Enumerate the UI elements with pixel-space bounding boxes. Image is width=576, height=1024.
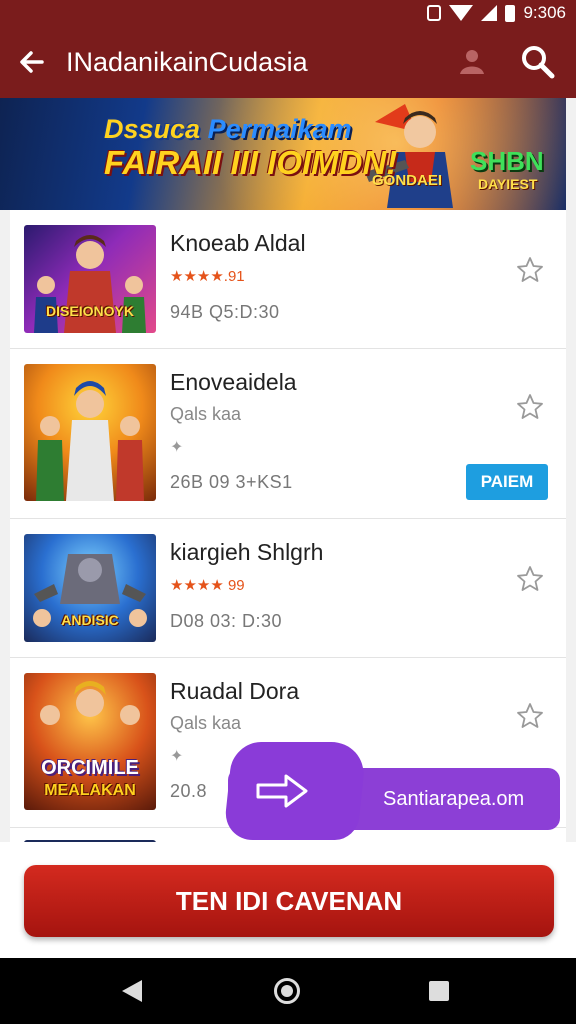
controller-icon: ✦: [170, 439, 184, 456]
game-title: kiargieh Shlgrh: [170, 539, 324, 565]
primary-cta-button[interactable]: TEN IDI CAVENAN: [24, 865, 554, 937]
game-rating: ★★★★ 99: [170, 577, 245, 594]
page-title: INadanikainCudasia: [66, 47, 308, 77]
game-thumbnail-label: DISEIONOYK: [46, 303, 134, 319]
game-meta: 26B 09 3+KS1: [170, 472, 293, 492]
arrow-right-icon: [256, 774, 308, 808]
search-button[interactable]: [518, 42, 558, 82]
banner-headline-2: FAIRAII III IOIMDN!: [104, 144, 398, 181]
game-title: Enoveaidela: [170, 369, 297, 395]
game-subtitle: Qals kaa: [170, 404, 242, 424]
star-icon[interactable]: [515, 564, 545, 594]
status-bar: 9:306: [0, 0, 576, 26]
game-title: Ruadal Dora: [170, 678, 300, 704]
app-bar: INadanikainCudasia: [0, 26, 576, 98]
floating-pill-label: Santiarapea.om: [383, 788, 525, 810]
wifi-icon: [449, 5, 474, 21]
status-icons: 9:306: [427, 3, 566, 23]
game-meta: D08 03: D:30: [170, 611, 283, 631]
star-icon[interactable]: [515, 392, 545, 422]
game-list-item[interactable]: ANDISIC kiargieh Shlgrh ★★★★ 99 D08 03: …: [10, 519, 566, 658]
game-list-item[interactable]: DISEIONOYK Knoeab Aldal ★★★★.91 94B Q5:D…: [10, 210, 566, 349]
game-list-item[interactable]: Enoveaidela Qals kaa ✦ 26B 09 3+KS1 PAIE…: [10, 349, 566, 519]
nav-home-icon[interactable]: [274, 978, 300, 1004]
banner-label-c: DAYIEST: [478, 176, 538, 192]
game-thumbnail: [24, 364, 156, 501]
game-title: Knoeab Aldal: [170, 230, 306, 256]
battery-icon: [505, 4, 516, 22]
back-arrow-icon: [20, 51, 44, 73]
banner-headline-1b: Permaikam: [207, 114, 352, 144]
back-button[interactable]: [14, 44, 50, 80]
game-meta: 94B Q5:D:30: [170, 302, 280, 322]
game-art: [36, 381, 144, 501]
alarm-icon: [427, 5, 442, 21]
person-icon: [460, 50, 484, 74]
banner-headline-1a: Dssuca: [104, 114, 201, 144]
status-time: 9:306: [523, 3, 566, 22]
game-subtitle: Qals kaa: [170, 713, 242, 733]
signal-icon: [481, 5, 498, 21]
nav-recents-icon[interactable]: [429, 981, 449, 1001]
game-meta: 20.8: [170, 781, 208, 801]
game-thumbnail: DISEIONOYK: [24, 225, 156, 333]
banner-headline-1: Dssuca Permaikam: [104, 114, 352, 145]
floating-action-pill[interactable]: Santiarapea.om: [222, 742, 560, 840]
nav-back-icon[interactable]: [122, 980, 142, 1002]
status-badge: PAIEM: [466, 464, 548, 500]
promo-banner[interactable]: Dssuca Permaikam FAIRAII III IOIMDN! GON…: [0, 98, 566, 210]
controller-icon: ✦: [170, 748, 184, 765]
banner-label-a: GONDAEI: [372, 172, 443, 189]
system-nav-bar: [0, 958, 576, 1024]
search-icon: [522, 46, 555, 79]
banner-label-b: SHBN: [470, 146, 544, 176]
game-thumbnail: ORCIMILE MEALAKAN: [24, 673, 156, 810]
game-thumbnail-label: ORCIMILE: [41, 757, 139, 779]
profile-button[interactable]: [454, 44, 490, 80]
game-thumbnail-label: ANDISIC: [61, 612, 119, 628]
game-thumbnail: ANDISIC: [24, 534, 156, 642]
game-thumbnail-sublabel: MEALAKAN: [44, 782, 136, 799]
game-rating: ★★★★.91: [170, 268, 245, 285]
bottom-action-area: TEN IDI CAVENAN: [0, 842, 576, 958]
star-icon[interactable]: [515, 701, 545, 731]
star-icon[interactable]: [515, 255, 545, 285]
